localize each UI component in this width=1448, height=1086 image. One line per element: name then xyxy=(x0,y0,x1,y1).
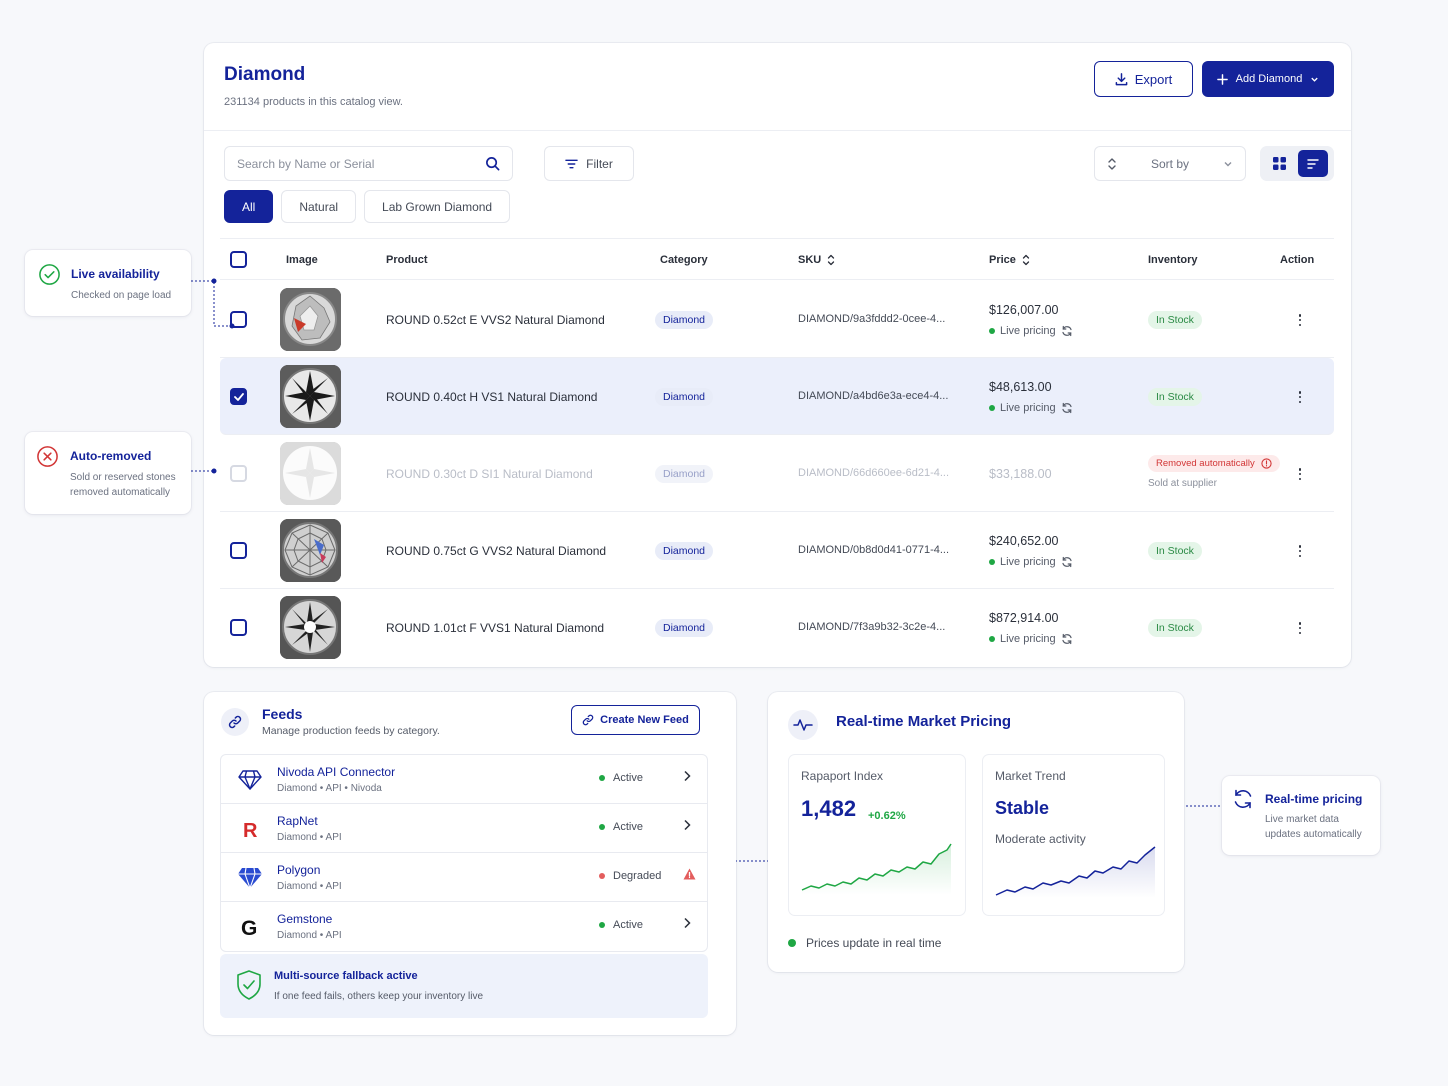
trend-label: Market Trend xyxy=(995,769,1066,783)
chevron-right-icon[interactable] xyxy=(683,770,691,782)
chevron-right-icon[interactable] xyxy=(683,917,691,929)
feed-meta: Diamond • API xyxy=(277,832,342,843)
market-footer: Prices update in real time xyxy=(788,936,941,950)
feed-list: Nivoda API Connector Diamond • API • Niv… xyxy=(220,754,708,952)
svg-text:G: G xyxy=(241,917,257,938)
x-circle-icon xyxy=(36,445,59,468)
feed-name: RapNet xyxy=(277,814,318,828)
feed-name: Nivoda API Connector xyxy=(277,765,396,779)
chevron-right-icon[interactable] xyxy=(683,819,691,831)
link-icon xyxy=(221,708,249,736)
callout-sub-line2: updates automatically xyxy=(1265,829,1362,840)
callout-sub-line2: removed automatically xyxy=(70,487,171,498)
create-feed-button[interactable]: Create New Feed xyxy=(571,705,700,735)
feed-item-rapnet[interactable]: R RapNet Diamond • API Active xyxy=(221,804,707,853)
realtime-pricing-callout: Real-time pricing Live market data updat… xyxy=(1222,776,1380,855)
gemstone-logo-icon: G xyxy=(235,913,265,941)
callout-sub-line1: Live market data xyxy=(1265,814,1339,825)
callout-title: Real-time pricing xyxy=(1265,792,1363,806)
market-title: Real-time Market Pricing xyxy=(836,713,1012,730)
create-feed-label: Create New Feed xyxy=(600,714,689,726)
market-trend-card: Market Trend Stable Moderate activity xyxy=(983,755,1164,915)
status-dot xyxy=(788,939,796,947)
feed-name: Gemstone xyxy=(277,912,333,926)
feed-status: Active xyxy=(599,772,643,784)
rapnet-logo-icon: R xyxy=(235,815,265,843)
rapaport-value: 1,482 xyxy=(801,796,857,821)
feed-item-nivoda[interactable]: Nivoda API Connector Diamond • API • Niv… xyxy=(221,755,707,804)
callout-sub: Checked on page load xyxy=(71,290,172,301)
live-availability-callout: Live availability Checked on page load xyxy=(25,250,191,316)
auto-removed-callout: Auto-removed Sold or reserved stones rem… xyxy=(25,432,191,514)
fallback-title: Multi-source fallback active xyxy=(274,970,418,982)
feed-status: Degraded xyxy=(599,870,661,882)
svg-text:R: R xyxy=(243,820,258,840)
rapaport-change: +0.62% xyxy=(868,810,906,822)
rapaport-index-card: Rapaport Index 1,482 +0.62% xyxy=(789,755,965,915)
refresh-icon xyxy=(1232,788,1254,810)
check-circle-icon xyxy=(38,263,61,286)
market-pricing-card: Real-time Market Pricing Rapaport Index … xyxy=(768,692,1184,972)
feeds-title: Feeds xyxy=(262,706,303,722)
feed-status: Active xyxy=(599,919,643,931)
rapaport-label: Rapaport Index xyxy=(801,769,884,783)
feed-status: Active xyxy=(599,821,643,833)
callout-title: Auto-removed xyxy=(70,449,152,463)
polygon-logo-icon xyxy=(235,864,265,892)
feed-name: Polygon xyxy=(277,863,321,877)
shield-check-icon xyxy=(236,970,262,1000)
feeds-card: Feeds Manage production feeds by categor… xyxy=(204,692,736,1035)
link-icon xyxy=(582,714,594,726)
diamond-icon xyxy=(235,766,265,794)
fallback-banner: Multi-source fallback active If one feed… xyxy=(220,954,708,1018)
rapaport-sparkline xyxy=(801,843,952,895)
feeds-subtitle: Manage production feeds by category. xyxy=(262,725,440,737)
fallback-subtitle: If one feed fails, others keep your inve… xyxy=(274,991,484,1002)
status-dot xyxy=(599,775,605,781)
trend-sparkline xyxy=(995,846,1156,898)
status-dot xyxy=(599,922,605,928)
feed-meta: Diamond • API xyxy=(277,930,342,941)
trend-value: Stable xyxy=(995,798,1050,818)
callout-title: Live availability xyxy=(71,267,160,281)
feed-meta: Diamond • API • Nivoda xyxy=(277,783,382,794)
status-dot xyxy=(599,873,605,879)
callout-sub-line1: Sold or reserved stones xyxy=(70,472,176,483)
feed-item-gemstone[interactable]: G Gemstone Diamond • API Active xyxy=(221,902,707,951)
feed-item-polygon[interactable]: Polygon Diamond • API Degraded xyxy=(221,853,707,902)
status-dot xyxy=(599,824,605,830)
warning-icon xyxy=(683,868,696,880)
pulse-icon xyxy=(788,710,818,740)
feed-meta: Diamond • API xyxy=(277,881,342,892)
